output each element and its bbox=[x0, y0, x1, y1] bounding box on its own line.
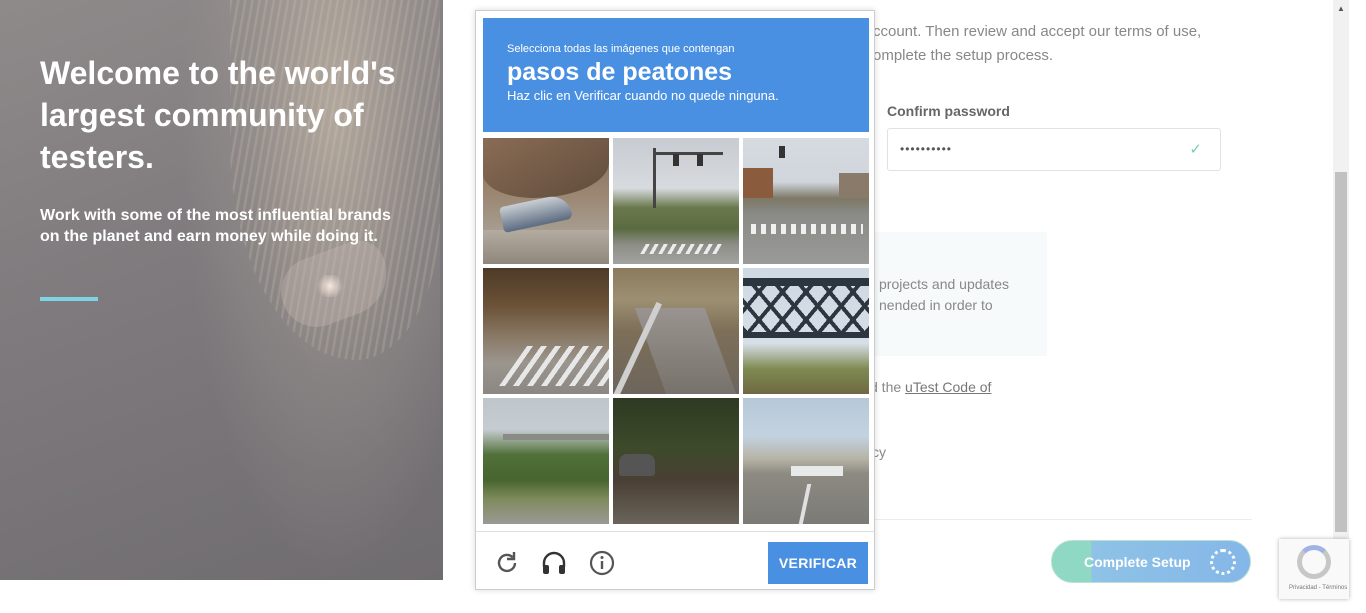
confirm-password-label: Confirm password bbox=[887, 103, 1010, 119]
confirm-password-field[interactable]: •••••••••• ✓ bbox=[887, 128, 1221, 171]
captcha-tile-1[interactable] bbox=[483, 138, 609, 264]
captcha-instruction: Selecciona todas las imágenes que conten… bbox=[507, 43, 735, 55]
captcha-tile-5[interactable] bbox=[613, 268, 739, 394]
captcha-image-grid bbox=[483, 138, 870, 525]
scrollbar-thumb[interactable] bbox=[1335, 172, 1347, 532]
captcha-tile-2[interactable] bbox=[613, 138, 739, 264]
complete-setup-label: Complete Setup bbox=[1084, 554, 1191, 570]
form-intro-line-1: ccount. Then review and accept our terms… bbox=[873, 23, 1202, 40]
hero-title: Welcome to the world's largest community… bbox=[40, 55, 396, 175]
code-prefix: d the bbox=[870, 379, 906, 395]
recaptcha-badge[interactable]: Privacidad - Términos bbox=[1279, 539, 1349, 599]
captcha-footer-divider bbox=[476, 531, 874, 532]
notice-text: projects and updates nended in order to bbox=[879, 276, 1009, 313]
notice-box: projects and updates nended in order to bbox=[869, 232, 1047, 356]
captcha-tile-9[interactable] bbox=[743, 398, 869, 524]
captcha-tile-7[interactable] bbox=[483, 398, 609, 524]
hero-panel: Welcome to the world's largest community… bbox=[0, 0, 443, 580]
form-intro-line-2: omplete the setup process. bbox=[873, 47, 1054, 64]
info-icon[interactable] bbox=[588, 549, 616, 577]
reload-icon[interactable] bbox=[493, 549, 521, 577]
hero-subtitle: Work with some of the most influential b… bbox=[40, 207, 391, 245]
verify-button[interactable]: VERIFICAR bbox=[768, 542, 868, 584]
form-intro: ccount. Then review and accept our terms… bbox=[873, 20, 1233, 68]
scroll-up-arrow-icon[interactable]: ▲ bbox=[1337, 4, 1345, 13]
loading-spinner-icon bbox=[1210, 549, 1236, 575]
page-scrollbar[interactable]: ▲ bbox=[1333, 0, 1349, 580]
code-of-conduct-link[interactable]: uTest Code of bbox=[905, 379, 991, 395]
captcha-header: Selecciona todas las imágenes que conten… bbox=[483, 18, 869, 132]
checkmark-icon: ✓ bbox=[1189, 141, 1202, 158]
captcha-tile-8[interactable] bbox=[613, 398, 739, 524]
confirm-password-value: •••••••••• bbox=[900, 142, 953, 156]
captcha-challenge: Selecciona todas las imágenes que conten… bbox=[475, 10, 875, 590]
hero-accent-line bbox=[40, 297, 98, 301]
recaptcha-badge-text[interactable]: Privacidad - Términos bbox=[1289, 585, 1347, 591]
code-of-conduct-line: d the uTest Code of bbox=[870, 379, 991, 395]
headphones-icon[interactable] bbox=[540, 549, 568, 577]
captcha-hint: Haz clic en Verificar cuando no quede ni… bbox=[507, 88, 779, 103]
captcha-tile-6[interactable] bbox=[743, 268, 869, 394]
complete-setup-button[interactable]: Complete Setup bbox=[1051, 540, 1251, 583]
captcha-tile-3[interactable] bbox=[743, 138, 869, 264]
captcha-target: pasos de peatones bbox=[507, 58, 733, 86]
form-divider bbox=[870, 519, 1252, 520]
recaptcha-logo-icon bbox=[1297, 545, 1331, 579]
captcha-tile-4[interactable] bbox=[483, 268, 609, 394]
hero-phone-glow bbox=[315, 275, 345, 297]
